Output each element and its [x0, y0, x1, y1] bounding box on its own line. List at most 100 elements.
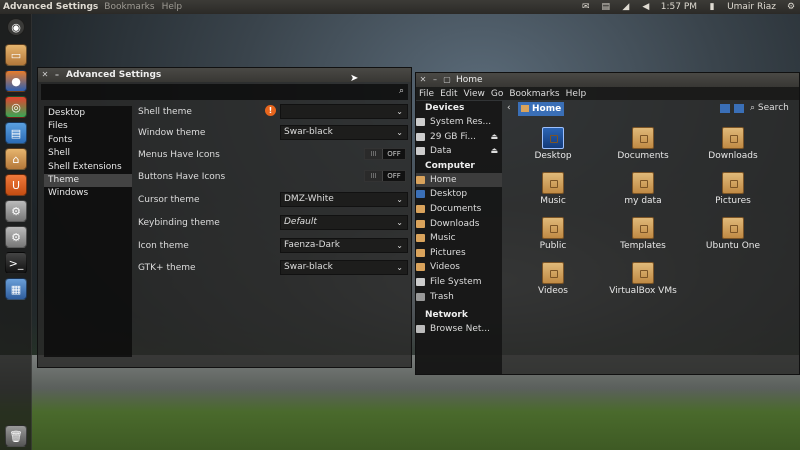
software-center-icon[interactable]: U: [5, 174, 27, 196]
menu-file[interactable]: File: [419, 89, 434, 99]
place-item-29gb[interactable]: 29 GB Fi... ⏏: [416, 130, 502, 145]
file-manager-titlebar[interactable]: ✕ – ▢ Home: [416, 73, 799, 87]
toggle-knob: III: [365, 171, 383, 181]
places-sidebar: Devices System Res... 29 GB Fi... ⏏ Data…: [416, 101, 502, 374]
settings-search-bar[interactable]: ⌕: [41, 84, 408, 100]
back-arrow-icon[interactable]: ‹: [507, 103, 511, 113]
place-item-desktop[interactable]: Desktop: [416, 187, 502, 202]
drive-icon: [416, 118, 425, 126]
file-item-downloads[interactable]: Downloads: [698, 127, 768, 161]
file-item-templates[interactable]: Templates: [608, 217, 678, 251]
sidebar-item-desktop[interactable]: Desktop: [44, 107, 132, 120]
place-item-home[interactable]: Home: [416, 172, 502, 188]
gear-icon[interactable]: ⚙: [786, 2, 796, 12]
chromium-icon[interactable]: ◎: [5, 96, 27, 118]
keybinding-theme-dropdown[interactable]: Default ⌄: [280, 215, 408, 230]
close-icon[interactable]: ✕: [418, 75, 428, 85]
minimize-icon[interactable]: –: [52, 70, 62, 80]
close-icon[interactable]: ✕: [40, 70, 50, 80]
toggle-state: OFF: [387, 150, 401, 158]
eject-icon[interactable]: ⏏: [490, 130, 498, 145]
menu-help[interactable]: Help: [566, 89, 587, 99]
icon-theme-dropdown[interactable]: Faenza-Dark ⌄: [280, 238, 408, 253]
chevron-down-icon: ⌄: [396, 195, 403, 204]
terminal-icon[interactable]: >_: [5, 252, 27, 274]
global-menu-help[interactable]: Help: [162, 2, 183, 12]
file-item-pictures[interactable]: Pictures: [698, 172, 768, 206]
shell-theme-dropdown[interactable]: ⌄: [280, 104, 408, 119]
search-button[interactable]: ⌕ Search: [750, 103, 789, 113]
place-label: System Res...: [430, 117, 492, 127]
music-folder-icon: [416, 234, 425, 243]
firefox-icon[interactable]: ●: [5, 70, 27, 92]
network-header: Network: [425, 310, 468, 321]
list-view-icon[interactable]: [734, 104, 744, 113]
menu-go[interactable]: Go: [491, 89, 503, 99]
mail-icon[interactable]: ✉: [581, 2, 591, 12]
file-item-music[interactable]: Music: [518, 172, 588, 206]
eject-icon[interactable]: ⏏: [490, 144, 498, 159]
writer-icon[interactable]: ▤: [5, 122, 27, 144]
sidebar-item-shell-extensions[interactable]: Shell Extensions: [44, 161, 132, 174]
network-icon[interactable]: ◢: [621, 2, 631, 12]
maximize-icon[interactable]: ▢: [442, 75, 452, 85]
file-item-ubuntu-one[interactable]: Ubuntu One: [698, 217, 768, 251]
minimize-icon[interactable]: –: [430, 75, 440, 85]
place-item-videos[interactable]: Videos: [416, 260, 502, 275]
gtk-theme-dropdown[interactable]: Swar-black ⌄: [280, 260, 408, 275]
global-menu-bookmarks[interactable]: Bookmarks: [104, 2, 154, 12]
sidebar-item-files[interactable]: Files: [44, 120, 132, 133]
theme-settings-panel: Shell theme ! ⌄ Window theme Swar-black …: [138, 104, 408, 361]
menu-bookmarks[interactable]: Bookmarks: [509, 89, 559, 99]
workspace-switcher-icon[interactable]: ▦: [5, 278, 27, 300]
file-item-videos[interactable]: Videos: [518, 262, 588, 296]
setting-label: Keybinding theme: [138, 218, 220, 228]
keyboard-icon[interactable]: ▤: [601, 2, 611, 12]
file-label: VirtualBox VMs: [609, 286, 677, 296]
grid-view-icon[interactable]: [720, 104, 730, 113]
file-item-virtualbox-vms[interactable]: VirtualBox VMs: [608, 262, 678, 296]
file-item-desktop[interactable]: Desktop: [518, 127, 588, 161]
place-item-music[interactable]: Music: [416, 231, 502, 246]
place-label: Pictures: [430, 247, 466, 258]
place-item-trash[interactable]: Trash: [416, 290, 502, 305]
place-item-documents[interactable]: Documents: [416, 202, 502, 217]
setting-label: Window theme: [138, 128, 206, 138]
clock[interactable]: 1:57 PM: [661, 2, 697, 12]
settings-alt-icon[interactable]: ⚙: [5, 226, 27, 248]
sidebar-item-fonts[interactable]: Fonts: [44, 134, 132, 147]
search-icon[interactable]: ⌕: [399, 86, 404, 96]
breadcrumb-home[interactable]: Home: [518, 102, 564, 116]
files-icon[interactable]: ▭: [5, 44, 27, 66]
dash-home-icon[interactable]: ◉: [7, 18, 25, 36]
home-folder-icon[interactable]: ⌂: [5, 148, 27, 170]
sidebar-item-theme[interactable]: Theme: [44, 173, 132, 188]
place-item-data[interactable]: Data ⏏: [416, 144, 502, 159]
place-item-pictures[interactable]: Pictures: [416, 246, 502, 261]
sidebar-item-shell[interactable]: Shell: [44, 147, 132, 160]
file-item-public[interactable]: Public: [518, 217, 588, 251]
menu-view[interactable]: View: [464, 89, 485, 99]
menus-have-icons-toggle[interactable]: III OFF: [364, 148, 406, 160]
user-name[interactable]: Umair Riaz: [727, 2, 776, 12]
toggle-state: OFF: [387, 172, 401, 180]
toggle-knob: III: [365, 149, 383, 159]
file-item-documents[interactable]: Documents: [608, 127, 678, 161]
place-item-downloads[interactable]: Downloads: [416, 217, 502, 232]
dropdown-value: DMZ-White: [284, 194, 334, 204]
trash-icon[interactable]: 🗑: [5, 425, 27, 447]
place-item-file-system[interactable]: File System: [416, 275, 502, 290]
place-item-browse-network[interactable]: Browse Net...: [416, 322, 502, 337]
global-menu: Bookmarks Help: [104, 2, 182, 12]
volume-icon[interactable]: ◀: [641, 2, 651, 12]
settings-icon[interactable]: ⚙: [5, 200, 27, 222]
place-label: Trash: [430, 291, 454, 302]
buttons-have-icons-toggle[interactable]: III OFF: [364, 170, 406, 182]
file-item-my-data[interactable]: my data: [608, 172, 678, 206]
place-item-system-reserved[interactable]: System Res...: [416, 115, 502, 130]
cursor-theme-dropdown[interactable]: DMZ-White ⌄: [280, 192, 408, 207]
file-label: Public: [539, 241, 567, 251]
window-theme-dropdown[interactable]: Swar-black ⌄: [280, 125, 408, 140]
menu-edit[interactable]: Edit: [440, 89, 457, 99]
sidebar-item-windows[interactable]: Windows: [44, 187, 132, 200]
